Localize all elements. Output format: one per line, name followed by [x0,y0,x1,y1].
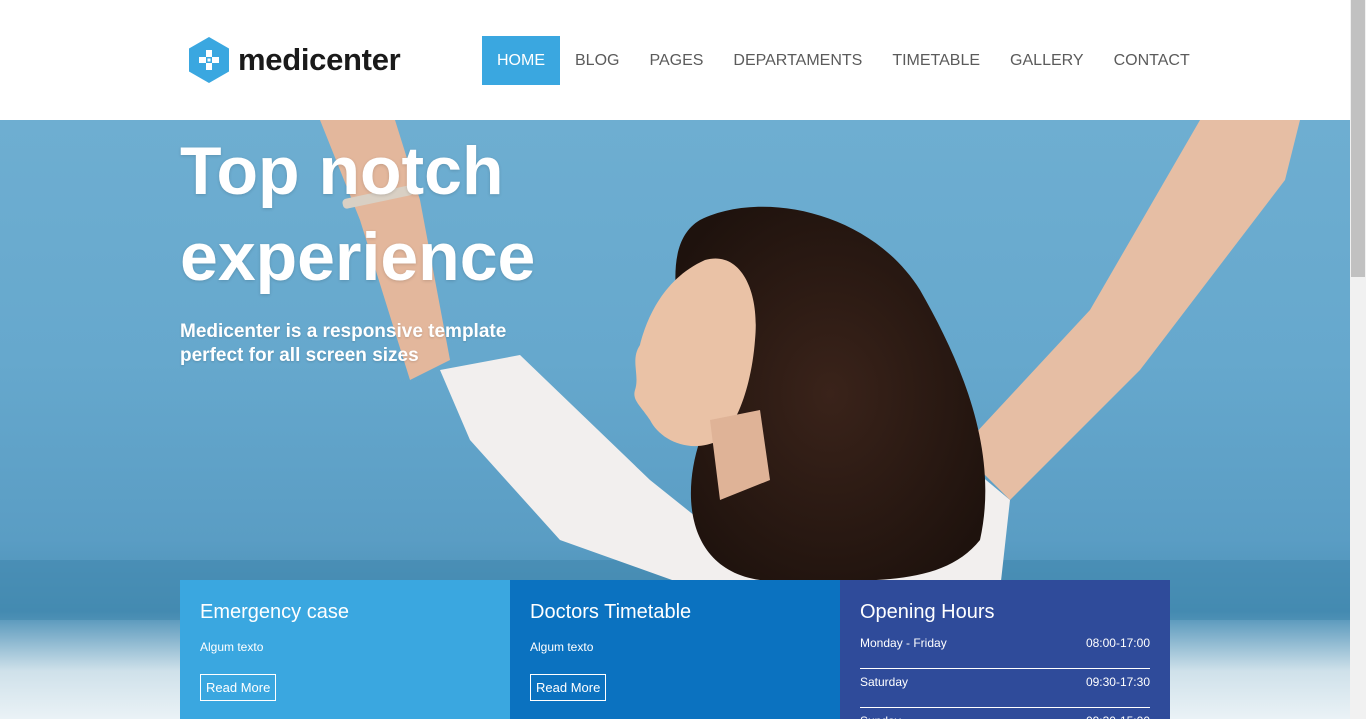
info-boxes: Emergency case Algum texto Read More Doc… [180,580,1170,719]
hours-day: Saturday [860,675,909,689]
hours-day: Sunday [860,708,901,719]
hours-day: Monday - Friday [860,636,947,650]
hero-title-line: experience [180,219,536,295]
hero-subtitle-line: Medicenter is a responsive template [180,321,507,342]
hours-row: Monday - Friday 08:00-17:00 [860,630,1150,669]
hours-row: Saturday 09:30-17:30 [860,669,1150,708]
site-header: medicenter HOME BLOG PAGES DEPARTAMENTS … [0,0,1350,120]
emergency-case-box: Emergency case Algum texto Read More [180,580,510,719]
box-title: Doctors Timetable [530,601,692,623]
nav-item-contact[interactable]: CONTACT [1099,36,1205,85]
nav-item-blog[interactable]: BLOG [560,36,634,85]
nav-item-home[interactable]: HOME [482,36,560,85]
box-title: Emergency case [200,601,349,623]
hero-subtitle-line: perfect for all screen sizes [180,345,419,366]
nav-item-timetable[interactable]: TIMETABLE [877,36,995,85]
medical-cross-hexagon-icon [189,37,229,83]
site-logo[interactable]: medicenter [189,37,401,83]
box-text: Algum texto [200,640,264,654]
timetable-read-more-button[interactable]: Read More [530,674,607,701]
nav-item-pages[interactable]: PAGES [634,36,718,85]
hero-title-line: Top notch [180,133,504,209]
hours-row: Sunday 09:30-15:00 [860,708,1150,719]
page-scrollbar[interactable] [1350,0,1366,719]
hours-time: 09:30-15:00 [1086,708,1150,719]
brand-name: medicenter [238,42,401,77]
scrollbar-thumb[interactable] [1351,0,1365,277]
doctors-timetable-box: Doctors Timetable Algum texto Read More [510,580,840,719]
opening-hours-box: Opening Hours Monday - Friday 08:00-17:0… [840,580,1170,719]
main-nav: HOME BLOG PAGES DEPARTAMENTS TIMETABLE G… [482,36,1205,85]
hours-time: 08:00-17:00 [1085,636,1150,650]
box-text: Algum texto [530,640,594,654]
hero-title: Top notch experience [180,128,700,300]
hero-subtitle: Medicenter is a responsive template perf… [180,320,540,368]
nav-item-gallery[interactable]: GALLERY [995,36,1099,85]
hours-time: 09:30-17:30 [1085,675,1150,689]
emergency-read-more-button[interactable]: Read More [200,674,277,701]
box-title: Opening Hours [860,601,995,623]
nav-item-departaments[interactable]: DEPARTAMENTS [718,36,877,85]
